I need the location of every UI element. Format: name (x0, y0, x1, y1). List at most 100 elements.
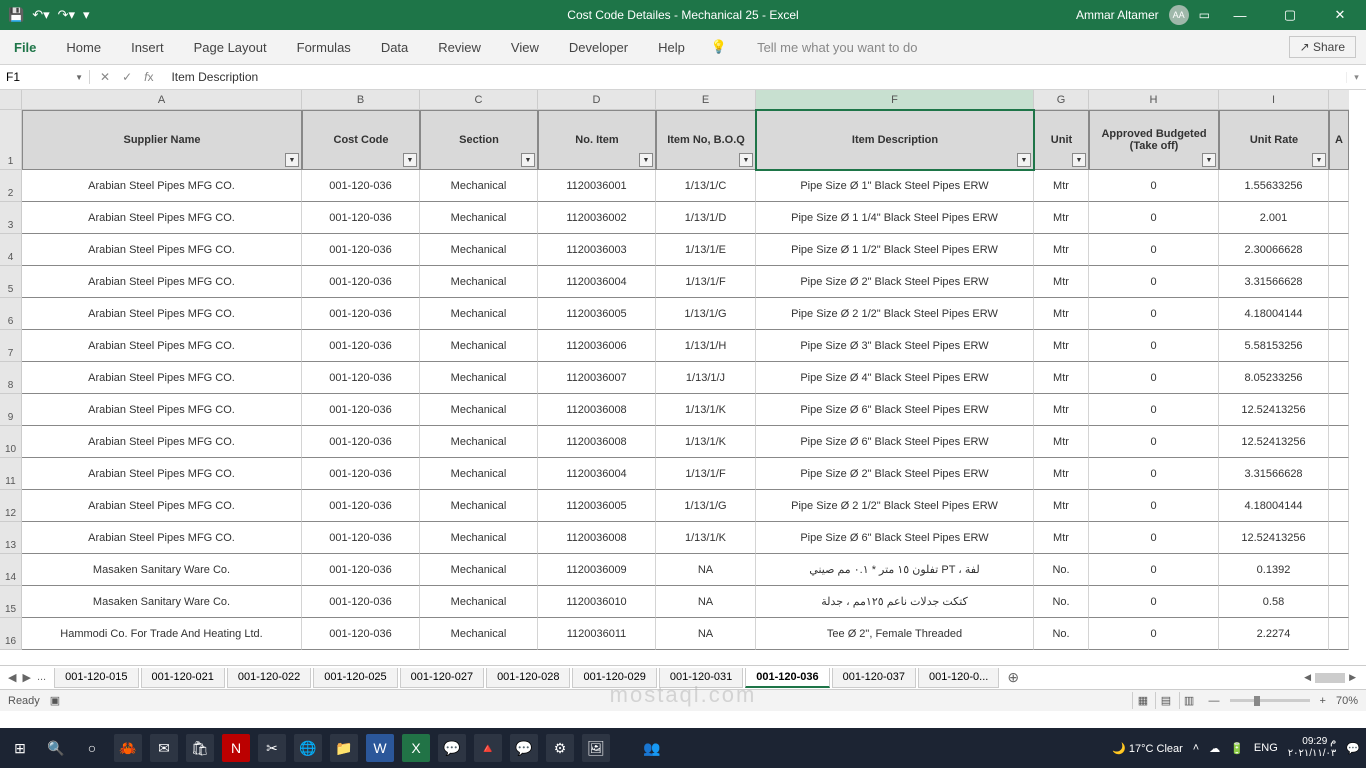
cell-B3[interactable]: 001-120-036 (302, 202, 420, 234)
cell-partial-14[interactable] (1329, 554, 1349, 586)
cell-D10[interactable]: 1120036008 (538, 426, 656, 458)
cell-partial-12[interactable] (1329, 490, 1349, 522)
row-header-4[interactable]: 4 (0, 234, 22, 266)
user-avatar[interactable]: AA (1169, 5, 1189, 25)
sheet-tab-001-120-028[interactable]: 001-120-028 (486, 668, 570, 688)
taskbar-app-vlc[interactable]: 🔺 (474, 734, 502, 762)
cell-I12[interactable]: 4.18004144 (1219, 490, 1329, 522)
cell-E4[interactable]: 1/13/1/E (656, 234, 756, 266)
cell-C15[interactable]: Mechanical (420, 586, 538, 618)
cell-G3[interactable]: Mtr (1034, 202, 1089, 234)
sheet-tab-001-120-0...[interactable]: 001-120-0... (918, 668, 999, 688)
cell-A8[interactable]: Arabian Steel Pipes MFG CO. (22, 362, 302, 394)
cell-partial-4[interactable] (1329, 234, 1349, 266)
page-layout-view-icon[interactable]: ▤ (1155, 692, 1175, 709)
header-cell-cost[interactable]: Cost Code▼ (302, 110, 420, 170)
chevron-down-icon[interactable]: ▼ (75, 73, 83, 82)
cell-A2[interactable]: Arabian Steel Pipes MFG CO. (22, 170, 302, 202)
name-box[interactable]: F1▼ (0, 70, 90, 84)
cell-D9[interactable]: 1120036008 (538, 394, 656, 426)
cell-E8[interactable]: 1/13/1/J (656, 362, 756, 394)
cell-E10[interactable]: 1/13/1/K (656, 426, 756, 458)
row-header-14[interactable]: 14 (0, 554, 22, 586)
col-header-I[interactable]: I (1219, 90, 1329, 110)
col-header-D[interactable]: D (538, 90, 656, 110)
tell-me-input[interactable]: Tell me what you want to do (757, 40, 917, 55)
ribbon-tab-file[interactable]: File (10, 32, 40, 63)
cell-F15[interactable]: كتكت جدلات ناعم ١٢٥مم ، جدلة (756, 586, 1034, 618)
row-header-15[interactable]: 15 (0, 586, 22, 618)
cell-C16[interactable]: Mechanical (420, 618, 538, 650)
row-header-11[interactable]: 11 (0, 458, 22, 490)
tray-chevron-icon[interactable]: ˄ (1193, 742, 1199, 754)
cell-B2[interactable]: 001-120-036 (302, 170, 420, 202)
formula-input[interactable]: Item Description (163, 70, 1346, 84)
row-header-16[interactable]: 16 (0, 618, 22, 650)
ribbon-tab-view[interactable]: View (507, 32, 543, 63)
cancel-formula-icon[interactable]: ✕ (100, 70, 110, 84)
normal-view-icon[interactable]: ▦ (1132, 692, 1152, 709)
cell-H13[interactable]: 0 (1089, 522, 1219, 554)
cell-F7[interactable]: Pipe Size Ø 3" Black Steel Pipes ERW (756, 330, 1034, 362)
cell-E5[interactable]: 1/13/1/F (656, 266, 756, 298)
add-sheet-button[interactable]: ⊕ (1001, 669, 1025, 686)
cell-F5[interactable]: Pipe Size Ø 2" Black Steel Pipes ERW (756, 266, 1034, 298)
header-cell-desc[interactable]: Item Description▼ (756, 110, 1034, 170)
cell-G9[interactable]: Mtr (1034, 394, 1089, 426)
cell-D8[interactable]: 1120036007 (538, 362, 656, 394)
ribbon-tab-formulas[interactable]: Formulas (293, 32, 355, 63)
cell-B10[interactable]: 001-120-036 (302, 426, 420, 458)
taskbar-people-icon[interactable]: 👥 (638, 734, 666, 762)
cell-partial-7[interactable] (1329, 330, 1349, 362)
col-header-partial[interactable] (1329, 90, 1349, 110)
cell-I13[interactable]: 12.52413256 (1219, 522, 1329, 554)
taskbar-app-mail[interactable]: ✉ (150, 734, 178, 762)
cell-H7[interactable]: 0 (1089, 330, 1219, 362)
cell-H15[interactable]: 0 (1089, 586, 1219, 618)
cell-G11[interactable]: Mtr (1034, 458, 1089, 490)
hscroll-left-icon[interactable]: ◀ (1304, 672, 1311, 683)
cell-B8[interactable]: 001-120-036 (302, 362, 420, 394)
cell-A11[interactable]: Arabian Steel Pipes MFG CO. (22, 458, 302, 490)
cell-G7[interactable]: Mtr (1034, 330, 1089, 362)
undo-icon[interactable]: ↶▾ (32, 7, 49, 23)
cell-E6[interactable]: 1/13/1/G (656, 298, 756, 330)
cell-D14[interactable]: 1120036009 (538, 554, 656, 586)
taskbar-app-1[interactable]: 🦀 (114, 734, 142, 762)
cell-G13[interactable]: Mtr (1034, 522, 1089, 554)
row-header-10[interactable]: 10 (0, 426, 22, 458)
row-header-5[interactable]: 5 (0, 266, 22, 298)
cell-I2[interactable]: 1.55633256 (1219, 170, 1329, 202)
cell-E16[interactable]: NA (656, 618, 756, 650)
minimize-button[interactable]: — (1220, 8, 1260, 23)
taskbar-app-excel[interactable]: X (402, 734, 430, 762)
col-header-B[interactable]: B (302, 90, 420, 110)
sheet-nav-more[interactable]: ... (37, 671, 46, 684)
sheet-tab-001-120-027[interactable]: 001-120-027 (400, 668, 484, 688)
select-all-corner[interactable] (0, 90, 22, 110)
cell-C2[interactable]: Mechanical (420, 170, 538, 202)
cell-partial-16[interactable] (1329, 618, 1349, 650)
taskbar-app-netflix[interactable]: N (222, 734, 250, 762)
taskbar-app-explorer[interactable]: 📁 (330, 734, 358, 762)
cell-D11[interactable]: 1120036004 (538, 458, 656, 490)
cell-D6[interactable]: 1120036005 (538, 298, 656, 330)
ribbon-tab-help[interactable]: Help (654, 32, 689, 63)
cell-H3[interactable]: 0 (1089, 202, 1219, 234)
filter-icon-cost[interactable]: ▼ (403, 153, 417, 167)
cell-G8[interactable]: Mtr (1034, 362, 1089, 394)
cell-D12[interactable]: 1120036005 (538, 490, 656, 522)
cell-B16[interactable]: 001-120-036 (302, 618, 420, 650)
ribbon-display-icon[interactable]: ▭ (1199, 8, 1210, 22)
cell-H6[interactable]: 0 (1089, 298, 1219, 330)
cell-B12[interactable]: 001-120-036 (302, 490, 420, 522)
sheet-tab-001-120-022[interactable]: 001-120-022 (227, 668, 311, 688)
row-header-6[interactable]: 6 (0, 298, 22, 330)
cell-B4[interactable]: 001-120-036 (302, 234, 420, 266)
filter-icon-boq[interactable]: ▼ (739, 153, 753, 167)
cell-I8[interactable]: 8.05233256 (1219, 362, 1329, 394)
cell-F13[interactable]: Pipe Size Ø 6" Black Steel Pipes ERW (756, 522, 1034, 554)
cell-C6[interactable]: Mechanical (420, 298, 538, 330)
cell-F3[interactable]: Pipe Size Ø 1 1/4" Black Steel Pipes ERW (756, 202, 1034, 234)
cell-D7[interactable]: 1120036006 (538, 330, 656, 362)
